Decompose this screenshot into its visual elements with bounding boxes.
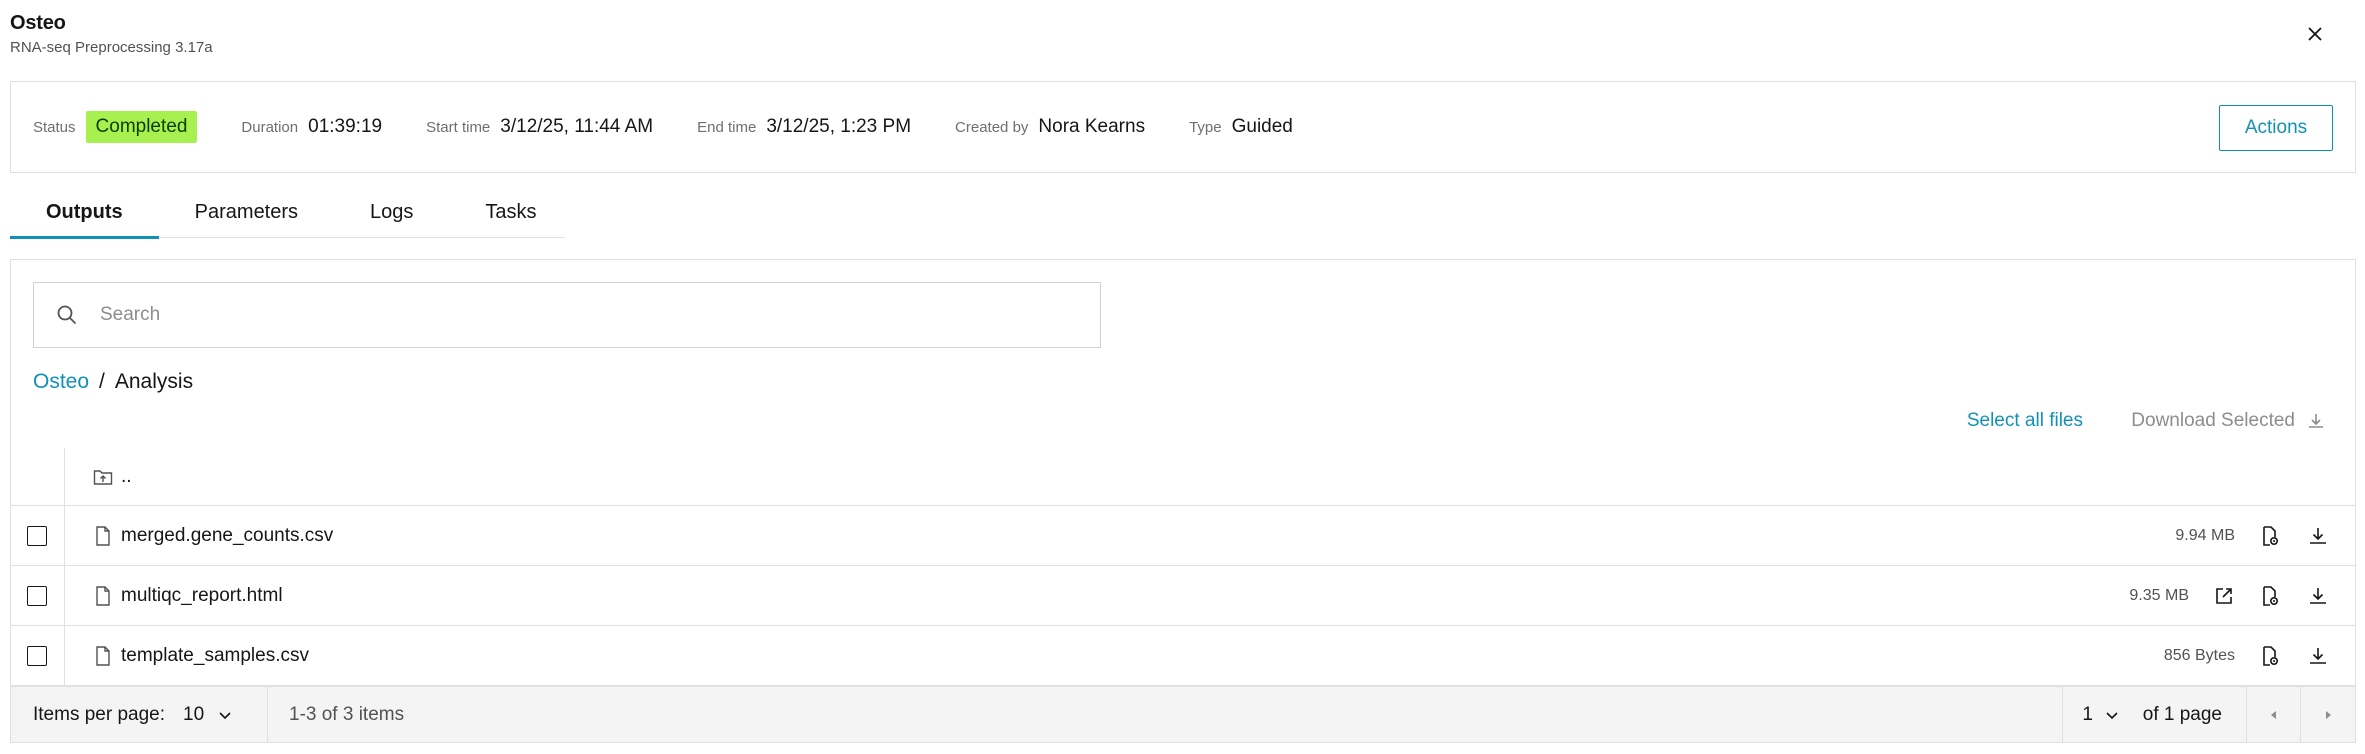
close-icon	[2308, 27, 2322, 41]
open-in-new-tab-button[interactable]	[2211, 583, 2237, 609]
outputs-panel: Osteo / Analysis Select all files Downlo…	[10, 259, 2356, 743]
chevron-down-icon	[219, 711, 231, 719]
tab-logs[interactable]: Logs	[334, 186, 449, 238]
external-link-icon	[2216, 587, 2232, 604]
created-by-field: Created by Nora Kearns	[955, 116, 1145, 138]
download-icon	[2310, 527, 2326, 544]
file-size: 9.35 MB	[2129, 586, 2189, 604]
footer-divider	[267, 686, 268, 743]
tab-bar: Outputs Parameters Logs Tasks	[10, 186, 565, 239]
end-time-value: 3/12/25, 1:23 PM	[766, 116, 912, 137]
caret-left-icon	[2271, 710, 2276, 719]
duration-value: 01:39:19	[308, 116, 383, 137]
download-selected-button[interactable]: Download Selected	[2131, 410, 2325, 432]
file-name[interactable]: multiqc_report.html	[121, 585, 283, 607]
actions-button[interactable]: Actions	[2219, 105, 2333, 151]
start-time-value: 3/12/25, 11:44 AM	[500, 116, 654, 137]
close-button[interactable]	[2301, 20, 2329, 48]
breadcrumb-current: Analysis	[114, 370, 194, 393]
file-download-button[interactable]	[2305, 583, 2331, 609]
parent-directory-label: ..	[121, 465, 132, 487]
footer-divider	[2062, 686, 2063, 743]
type-value: Guided	[1231, 116, 1293, 137]
breadcrumb-separator: /	[99, 370, 105, 393]
row-checkbox[interactable]	[27, 525, 47, 546]
table-row: merged.gene_counts.csv 9.94 MB	[11, 506, 2355, 566]
download-selected-label: Download Selected	[2131, 410, 2295, 431]
end-time-label: End time	[697, 118, 757, 136]
download-icon	[2309, 414, 2323, 428]
page-title: Osteo	[10, 12, 66, 34]
download-icon	[2310, 587, 2326, 604]
file-preview-icon	[2263, 645, 2279, 666]
download-icon	[2310, 647, 2326, 664]
items-per-page-label: Items per page:	[33, 703, 166, 725]
page-subtitle: RNA-seq Preprocessing 3.17a	[10, 39, 213, 56]
table-row: template_samples.csv 856 Bytes	[11, 626, 2355, 686]
table-row: multiqc_report.html 9.35 MB	[11, 566, 2355, 626]
column-divider	[64, 448, 65, 688]
file-download-button[interactable]	[2305, 523, 2331, 549]
items-per-page-select[interactable]: 10	[183, 704, 232, 726]
type-label: Type	[1189, 118, 1222, 136]
duration-field: Duration 01:39:19	[241, 116, 382, 138]
file-table: .. merged.gene_counts.csv 9.94 MB multiq…	[11, 448, 2355, 686]
file-preview-button[interactable]	[2257, 523, 2283, 549]
file-size: 9.94 MB	[2175, 526, 2235, 544]
tab-tasks[interactable]: Tasks	[449, 186, 572, 238]
status-field: Status Completed	[33, 111, 198, 143]
file-name[interactable]: template_samples.csv	[121, 645, 309, 667]
breadcrumb-root-link[interactable]: Osteo	[33, 370, 89, 394]
pagination-bar: Items per page: 10 1-3 of 3 items 1 of 1…	[11, 686, 2355, 743]
page-select-value: 1	[2082, 703, 2093, 725]
file-size: 856 Bytes	[2163, 646, 2235, 664]
start-time-field: Start time 3/12/25, 11:44 AM	[426, 116, 653, 138]
file-preview-button[interactable]	[2257, 583, 2283, 609]
select-all-files-link[interactable]: Select all files	[1967, 410, 2083, 432]
page-select[interactable]: 1	[2082, 704, 2119, 726]
chevron-down-icon	[2106, 711, 2118, 719]
file-preview-icon	[2263, 585, 2279, 606]
file-icon	[96, 645, 110, 666]
row-checkbox[interactable]	[27, 645, 47, 666]
end-time-field: End time 3/12/25, 1:23 PM	[697, 116, 911, 138]
next-page-button[interactable]	[2301, 687, 2355, 743]
previous-page-button[interactable]	[2247, 687, 2301, 743]
file-download-button[interactable]	[2305, 643, 2331, 669]
run-summary-bar: Status Completed Duration 01:39:19 Start…	[10, 81, 2356, 173]
row-checkbox[interactable]	[27, 585, 47, 606]
tab-outputs[interactable]: Outputs	[10, 186, 159, 239]
search-icon	[57, 305, 77, 325]
status-badge: Completed	[85, 111, 198, 143]
file-preview-button[interactable]	[2257, 643, 2283, 669]
start-time-label: Start time	[426, 118, 491, 136]
status-label: Status	[33, 118, 76, 136]
caret-right-icon	[2326, 710, 2331, 719]
items-per-page-value: 10	[183, 703, 205, 725]
created-by-label: Created by	[955, 118, 1029, 136]
duration-label: Duration	[241, 118, 299, 136]
total-pages-text: of 1 page	[2142, 703, 2222, 725]
type-field: Type Guided	[1189, 116, 1293, 138]
folder-up-icon	[93, 469, 113, 485]
page-header: Osteo RNA-seq Preprocessing 3.17a	[10, 12, 213, 56]
created-by-value: Nora Kearns	[1038, 116, 1146, 137]
search-box[interactable]	[33, 282, 1101, 348]
file-icon	[96, 585, 110, 606]
file-preview-icon	[2263, 525, 2279, 546]
tab-parameters[interactable]: Parameters	[159, 186, 334, 238]
parent-directory-row[interactable]: ..	[11, 448, 2355, 506]
item-range-text: 1-3 of 3 items	[289, 703, 405, 725]
file-name[interactable]: merged.gene_counts.csv	[121, 525, 333, 547]
search-input[interactable]	[100, 304, 1000, 326]
breadcrumb: Osteo / Analysis	[33, 370, 193, 394]
file-icon	[96, 525, 110, 546]
